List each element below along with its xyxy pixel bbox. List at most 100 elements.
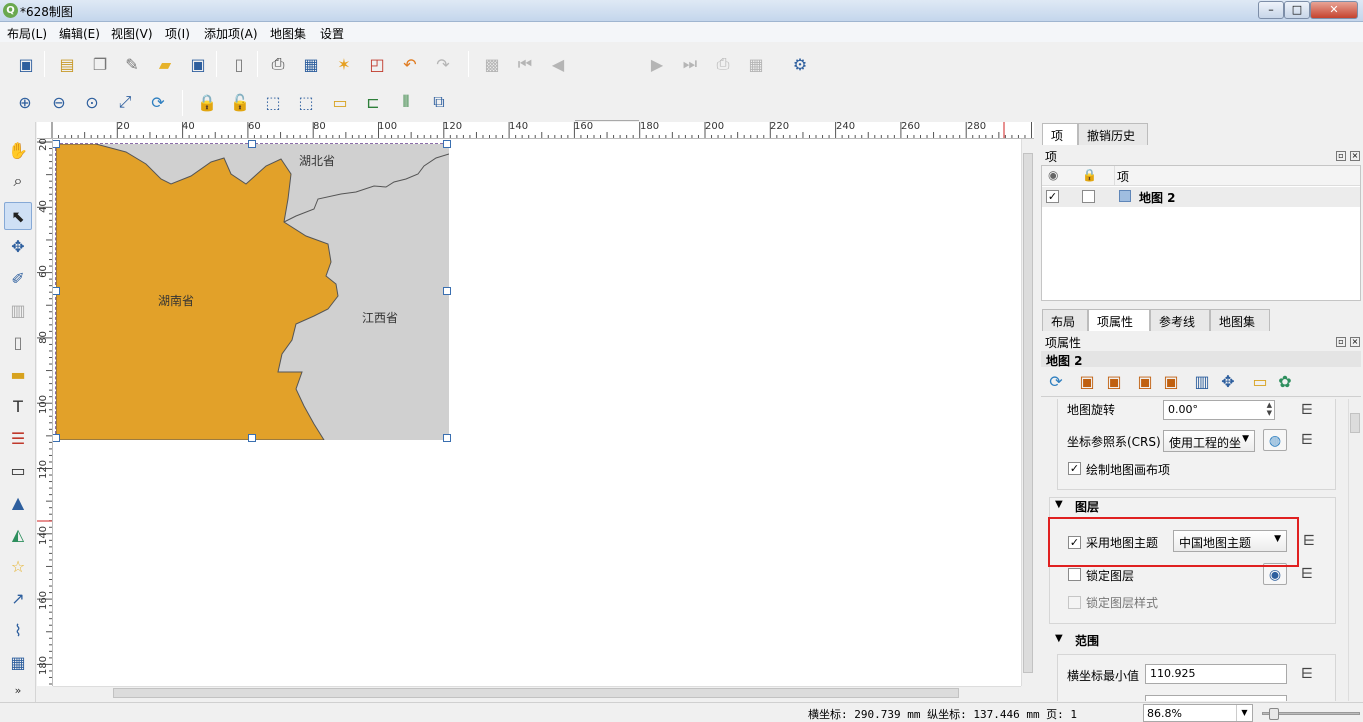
ungroup-items-icon[interactable]: ⬚ [294,90,318,114]
tab-undo-history[interactable]: 撤销历史 [1078,123,1148,145]
last-feature-icon[interactable]: ⏭ [678,52,702,76]
add-legend-icon[interactable]: ☰ [6,426,30,450]
data-defined-override-icon[interactable]: ⋿ [1295,399,1319,421]
move-content-icon[interactable]: ✥ [6,234,30,258]
export-atlas-icon[interactable]: ▦ [744,52,768,76]
collapse-triangle-icon[interactable]: ▼ [1055,499,1063,510]
align-items-icon[interactable]: ⊏ [361,90,385,114]
close-panel-icon[interactable]: × [1350,151,1360,161]
next-feature-icon[interactable]: ▶ [645,52,669,76]
close-panel-icon[interactable]: × [1350,337,1360,347]
undo-icon[interactable]: ↶ [398,52,422,76]
xmin-input[interactable]: 110.925 [1145,664,1287,684]
save-as-template-icon[interactable]: ▣ [186,52,210,76]
raise-items-icon[interactable]: ▭ [328,90,352,114]
resize-items-icon[interactable]: ⧉ [427,90,451,114]
float-panel-icon[interactable]: ▫ [1336,337,1346,347]
tab-items[interactable]: 项 [1042,123,1078,145]
redo-icon[interactable]: ↷ [431,52,455,76]
add-3d-map-icon[interactable]: ▥ [6,298,30,322]
tab-guides[interactable]: 参考线 [1150,309,1210,331]
scroll-thumb[interactable] [113,688,959,698]
chevron-down-icon[interactable]: ▼ [1236,705,1252,721]
tab-layout[interactable]: 布局 [1042,309,1088,331]
refresh-icon[interactable]: ⟳ [146,90,170,114]
menu-items[interactable]: 项(I) [165,25,190,42]
crs-combo[interactable]: 使用工程的坐 ▼ [1163,430,1255,452]
first-feature-icon[interactable]: ⏮ [513,52,537,76]
xmax-input[interactable] [1145,695,1287,701]
duplicate-layout-icon[interactable]: ❐ [88,52,112,76]
maximize-button[interactable]: □ [1284,1,1310,19]
add-attribute-table-icon[interactable]: ▦ [6,650,30,674]
menu-edit[interactable]: 编辑(E) [59,25,100,42]
collapse-triangle-icon[interactable]: ▼ [1055,633,1063,644]
export-svg-icon[interactable]: ✶ [332,52,356,76]
close-button[interactable]: ✕ [1310,1,1358,19]
resize-handle-w[interactable] [53,287,60,295]
view-scale-icon[interactable]: ▣ [1161,371,1181,391]
item-visibility-checkbox[interactable]: ✓ [1046,190,1059,203]
draw-canvas-items-checkbox[interactable]: ✓ [1068,462,1081,475]
menu-add-item[interactable]: 添加项(A) [204,25,258,42]
data-defined-override-icon[interactable]: ⋿ [1295,663,1319,685]
previous-feature-icon[interactable]: ◀ [546,52,570,76]
data-defined-override-icon[interactable]: ⋿ [1295,429,1319,451]
add-picture-icon[interactable]: ▬ [6,362,30,386]
menu-view[interactable]: 视图(V) [111,25,153,42]
tab-item-properties[interactable]: 项属性 [1088,309,1150,331]
canvas-vertical-scrollbar[interactable] [1021,139,1034,686]
resize-handle-nw[interactable] [53,140,60,148]
float-panel-icon[interactable]: ▫ [1336,151,1346,161]
label-settings-icon[interactable]: ▭ [1250,371,1270,391]
view-extent-in-canvas-icon[interactable]: ▣ [1104,371,1124,391]
resize-handle-ne[interactable] [443,140,451,148]
atlas-settings-icon[interactable]: ⚙ [788,52,812,76]
move-content-icon[interactable]: ✥ [1218,371,1238,391]
resize-handle-se[interactable] [443,434,451,442]
layout-canvas[interactable]: 湖北省 湖南省 江西省 [53,139,1021,686]
add-marker-icon[interactable]: ☆ [6,554,30,578]
add-shape-icon[interactable]: ◭ [6,522,30,546]
data-defined-override-icon[interactable]: ⋿ [1297,530,1321,552]
lock-items-icon[interactable]: 🔒 [195,90,219,114]
zoom-tool-icon[interactable]: ⌕ [6,169,30,193]
spin-arrows-icon[interactable]: ▲ ▼ [1267,401,1272,417]
atlas-preview-icon[interactable]: ▩ [480,52,504,76]
resize-handle-n[interactable] [248,140,256,148]
edit-nodes-icon[interactable]: ✐ [6,266,30,290]
save-icon[interactable]: ▣ [14,52,38,76]
open-folder-icon[interactable]: ▰ [153,52,177,76]
set-extent-to-canvas-icon[interactable]: ▣ [1077,371,1097,391]
scroll-thumb[interactable] [1023,153,1033,673]
zoom-in-icon[interactable]: ⊕ [13,90,37,114]
group-items-icon[interactable]: ⬚ [261,90,285,114]
more-tools-chevron-icon[interactable]: » [6,678,30,702]
add-north-arrow-icon[interactable]: ▲ [6,490,30,514]
add-map-icon[interactable]: ▯ [6,330,30,354]
resize-handle-sw[interactable] [53,434,60,442]
print-icon[interactable]: ⎙ [266,52,290,76]
minimize-button[interactable]: – [1258,1,1284,19]
new-layout-icon[interactable]: ▤ [55,52,79,76]
new-page-icon[interactable]: ▯ [227,52,251,76]
clipping-settings-icon[interactable]: ✿ [1275,371,1295,391]
rotation-spinbox[interactable]: 0.00° ▲ ▼ [1163,400,1275,420]
menu-atlas[interactable]: 地图集 [270,25,306,42]
add-arrow-icon[interactable]: ↗ [6,586,30,610]
bookmark-icon[interactable]: ▥ [1192,371,1212,391]
export-pdf-icon[interactable]: ◰ [365,52,389,76]
map-item[interactable]: 湖北省 湖南省 江西省 [53,140,451,442]
zoom-slider-handle[interactable] [1269,708,1279,720]
zoom-out-icon[interactable]: ⊖ [47,90,71,114]
zoom-actual-icon[interactable]: ⊙ [80,90,104,114]
zoom-level-combo[interactable]: 86.8% ▼ [1143,704,1253,722]
add-scalebar-icon[interactable]: ▭ [6,458,30,482]
properties-scrollbar[interactable] [1348,399,1361,701]
scroll-thumb[interactable] [1350,413,1360,433]
tab-atlas[interactable]: 地图集 [1210,309,1270,331]
unlock-items-icon[interactable]: 🔓 [228,90,252,114]
lock-styles-checkbox[interactable] [1068,596,1081,609]
zoom-full-icon[interactable]: ⤢ [113,90,137,114]
lock-layers-checkbox[interactable] [1068,568,1081,581]
